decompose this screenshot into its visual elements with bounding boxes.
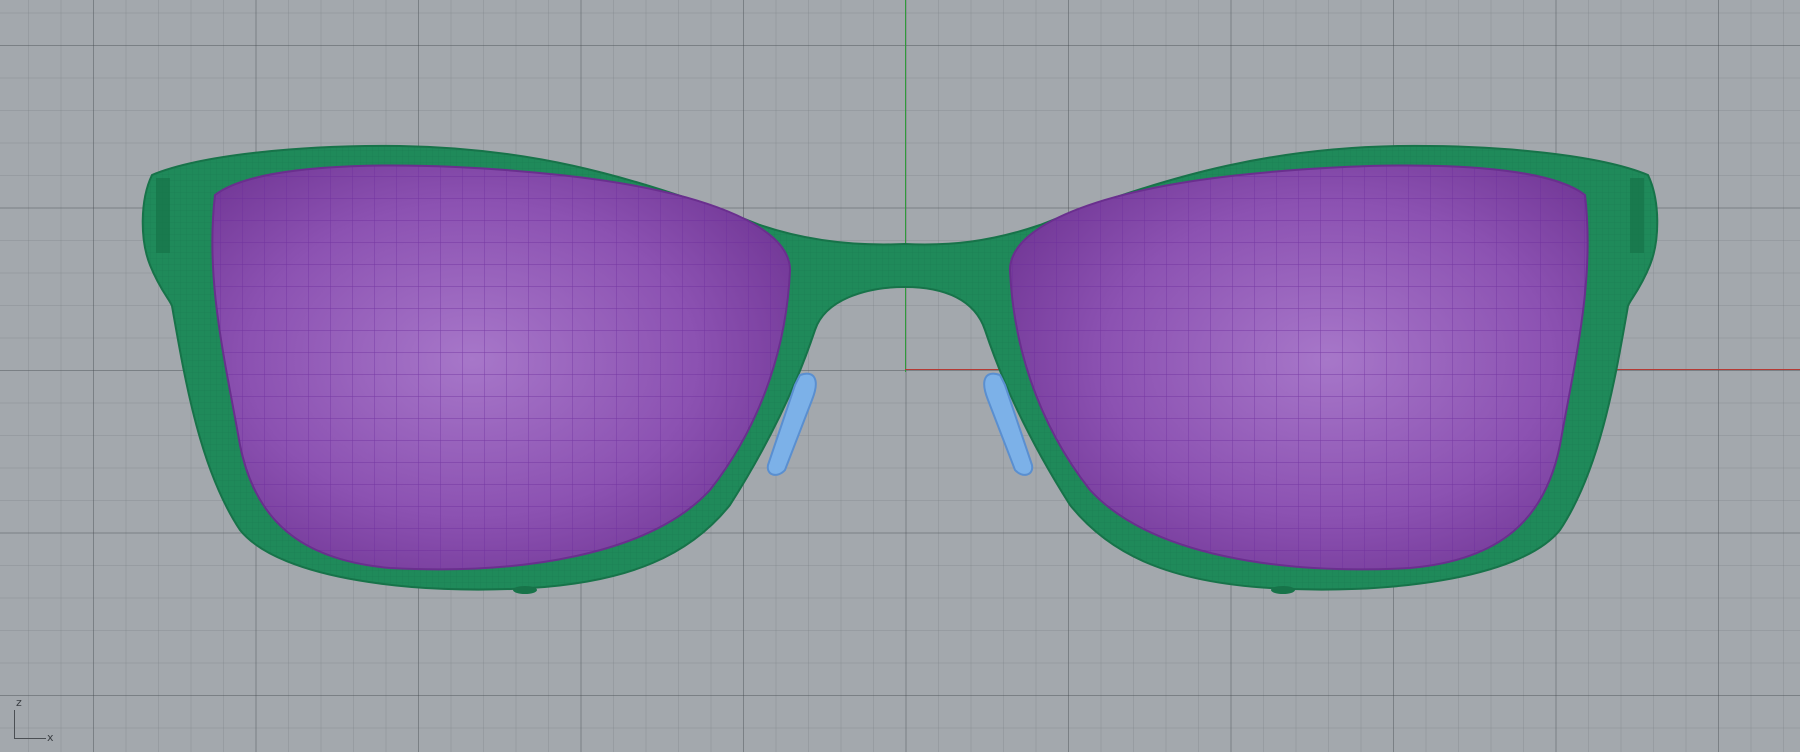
gizmo-horizontal-axis: [14, 738, 46, 739]
axis-gizmo: z x: [12, 696, 62, 746]
gizmo-z-label: z: [16, 696, 22, 709]
gizmo-x-label: x: [47, 731, 54, 744]
3d-viewport[interactable]: z x: [0, 0, 1800, 752]
gizmo-vertical-axis: [14, 710, 15, 739]
sunglasses-model[interactable]: [0, 0, 1800, 752]
